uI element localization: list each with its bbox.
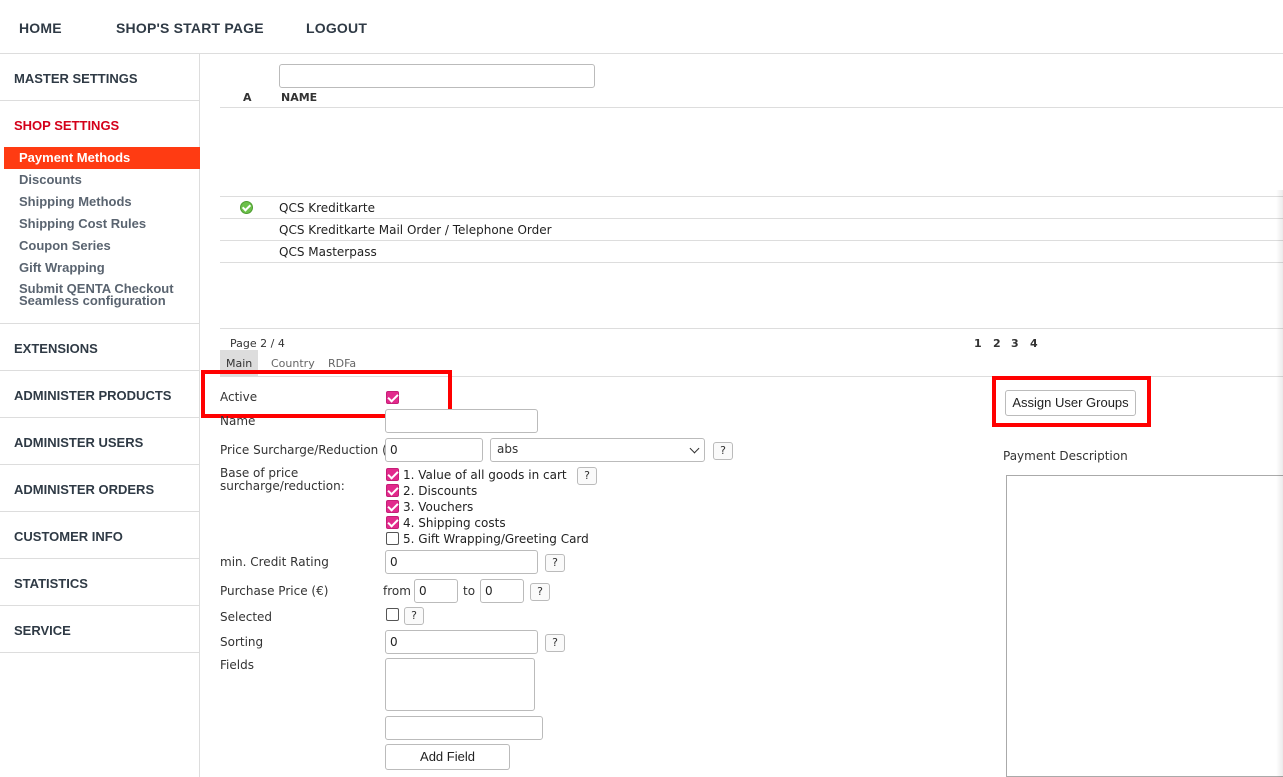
base-option-4-label: 4. Shipping costs [403, 516, 506, 530]
list-row-qcs-masterpass[interactable]: QCS Masterpass [279, 245, 377, 259]
sidebar-item-administer-products[interactable]: ADMINISTER PRODUCTS [14, 388, 171, 403]
sidebar-section-products: ADMINISTER PRODUCTS [0, 371, 200, 418]
sidebar: MASTER SETTINGS SHOP SETTINGS Payment Me… [0, 54, 200, 777]
base-option-4-checkbox[interactable] [386, 516, 399, 529]
sidebar-item-payment-methods[interactable]: Payment Methods [4, 147, 200, 169]
credit-input[interactable]: 0 [385, 550, 538, 574]
price-type-select[interactable]: abs [490, 438, 705, 462]
page-link-4[interactable]: 4 [1030, 337, 1038, 350]
list-divider [220, 196, 1283, 197]
sorting-label: Sorting [220, 635, 264, 649]
panel-edge-shadow [1276, 190, 1283, 777]
sidebar-item-shipping-methods[interactable]: Shipping Methods [4, 191, 200, 213]
sidebar-item-administer-orders[interactable]: ADMINISTER ORDERS [14, 482, 154, 497]
name-label: Name [220, 414, 256, 428]
sidebar-item-customer-info[interactable]: CUSTOMER INFO [14, 529, 123, 544]
column-header-active[interactable]: A [243, 91, 252, 104]
base-option-1-label: 1. Value of all goods in cart [403, 468, 567, 482]
credit-help-button[interactable]: ? [545, 554, 565, 572]
fields-textarea[interactable] [385, 658, 535, 711]
pager-label: Page 2 / 4 [230, 337, 285, 350]
chevron-down-icon [689, 443, 700, 454]
payment-description-editor[interactable] [1006, 475, 1283, 777]
sorting-input[interactable]: 0 [385, 630, 538, 654]
sidebar-item-qenta-line2: Seamless configuration [19, 293, 166, 308]
sidebar-item-discounts[interactable]: Discounts [4, 169, 200, 191]
price-help-button[interactable]: ? [713, 442, 733, 460]
base-option-2-checkbox[interactable] [386, 484, 399, 497]
sidebar-section-statistics: STATISTICS [0, 559, 200, 606]
page-link-3[interactable]: 3 [1011, 337, 1019, 350]
list-divider [220, 218, 1283, 219]
list-divider [220, 328, 1283, 329]
base-label-line1: Base of price [220, 466, 299, 480]
sidebar-section-master: MASTER SETTINGS [0, 54, 200, 101]
page-link-1[interactable]: 1 [974, 337, 982, 350]
sidebar-item-shipping-cost-rules[interactable]: Shipping Cost Rules [4, 213, 200, 235]
sidebar-section-extensions: EXTENSIONS [0, 324, 200, 371]
to-label: to [463, 584, 476, 598]
selected-help-button[interactable]: ? [404, 607, 424, 625]
nav-home-link[interactable]: HOME [19, 20, 62, 36]
active-check-icon [240, 201, 253, 214]
sidebar-section-customer-info: CUSTOMER INFO [0, 512, 200, 559]
sidebar-section-orders: ADMINISTER ORDERS [0, 465, 200, 512]
sidebar-item-master-settings[interactable]: MASTER SETTINGS [14, 71, 138, 86]
base-option-3-label: 3. Vouchers [403, 500, 474, 514]
nav-shop-start-link[interactable]: SHOP'S START PAGE [116, 20, 264, 36]
price-type-value: abs [497, 442, 519, 456]
sidebar-item-shop-settings[interactable]: SHOP SETTINGS [14, 118, 119, 133]
purchase-from-input[interactable]: 0 [414, 579, 458, 603]
sidebar-item-administer-users[interactable]: ADMINISTER USERS [14, 435, 143, 450]
nav-logout-link[interactable]: LOGOUT [306, 20, 367, 36]
fields-label: Fields [220, 658, 254, 672]
base-option-5-label: 5. Gift Wrapping/Greeting Card [403, 532, 589, 546]
sidebar-section-users: ADMINISTER USERS [0, 418, 200, 465]
new-field-input[interactable] [385, 716, 543, 740]
base-option-2-label: 2. Discounts [403, 484, 478, 498]
sidebar-item-qenta-config[interactable]: Submit QENTA Checkout Seamless configura… [4, 282, 200, 310]
base-label-line2: surcharge/reduction: [220, 479, 345, 493]
sorting-help-button[interactable]: ? [545, 634, 565, 652]
credit-label: min. Credit Rating [220, 555, 329, 569]
payment-description-label: Payment Description [1003, 449, 1128, 463]
base-option-1-checkbox[interactable] [386, 468, 399, 481]
sidebar-item-coupon-series[interactable]: Coupon Series [4, 235, 200, 257]
purchase-help-button[interactable]: ? [530, 583, 550, 601]
page-link-2[interactable]: 2 [993, 337, 1001, 350]
purchase-to-input[interactable]: 0 [480, 579, 524, 603]
column-header-name[interactable]: NAME [281, 91, 317, 104]
list-row-qcs-moto[interactable]: QCS Kreditkarte Mail Order / Telephone O… [279, 223, 552, 237]
highlight-box-assign [992, 376, 1151, 427]
selected-checkbox[interactable] [386, 608, 399, 621]
purchase-label: Purchase Price (€) [220, 584, 329, 598]
from-label: from [383, 584, 411, 598]
price-label: Price Surcharge/Reduction (€) [220, 443, 400, 457]
list-divider [220, 107, 1283, 108]
top-navigation: HOME SHOP'S START PAGE LOGOUT [0, 0, 1283, 54]
name-filter-input[interactable] [279, 64, 595, 88]
sidebar-section-service: SERVICE [0, 606, 200, 653]
price-input[interactable]: 0 [385, 438, 483, 462]
sidebar-item-extensions[interactable]: EXTENSIONS [14, 341, 98, 356]
list-row-qcs-kreditkarte[interactable]: QCS Kreditkarte [279, 201, 375, 215]
selected-label: Selected [220, 610, 273, 624]
list-divider [220, 240, 1283, 241]
base-option-3-checkbox[interactable] [386, 500, 399, 513]
sidebar-section-shop: SHOP SETTINGS Payment Methods Discounts … [0, 101, 200, 324]
sidebar-item-statistics[interactable]: STATISTICS [14, 576, 88, 591]
list-divider [220, 262, 1283, 263]
base-help-button[interactable]: ? [577, 467, 597, 485]
name-input[interactable] [385, 409, 538, 433]
base-option-5-checkbox[interactable] [386, 532, 399, 545]
add-field-button[interactable]: Add Field [385, 744, 510, 770]
sidebar-item-service[interactable]: SERVICE [14, 623, 71, 638]
sidebar-item-gift-wrapping[interactable]: Gift Wrapping [4, 257, 200, 279]
